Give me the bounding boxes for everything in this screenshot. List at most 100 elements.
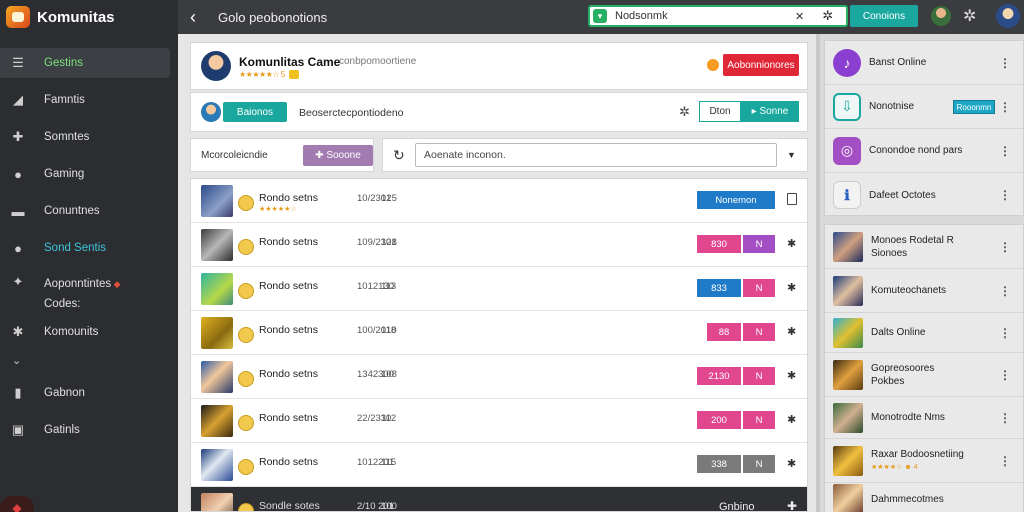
list-item[interactable]: Monoes Rodetal R Sionoes ⋮ <box>825 225 1023 269</box>
right-panel: ♪ Banst Online ⋮ ⇩ Nonotnise Rooonmn ⋮ ◎… <box>816 34 1024 512</box>
more-icon[interactable]: ✚ <box>787 499 797 511</box>
list-item[interactable]: Raxar Bodoosnetiing ★★★★☆ ☻ 4 ⋮ <box>825 439 1023 483</box>
list-item[interactable]: Rondo setns 22/2330 112 200 N ✱ <box>191 399 807 443</box>
list-item-selected[interactable]: Sondle sotes 2/10 201 100 Gnbino ✚ <box>191 487 807 511</box>
sort-select[interactable]: Aoenate inconon. <box>415 143 777 167</box>
game-thumbnail <box>833 231 863 262</box>
sidebar-item-famntis[interactable]: ◢ Famntis <box>0 85 170 115</box>
sidebar-item-komounits[interactable]: ✱ Komounits <box>0 317 170 347</box>
join-button[interactable]: Aobonnionores <box>723 54 799 76</box>
clear-icon[interactable]: ✕ <box>795 10 804 23</box>
item-label-line2: Pokbes <box>871 375 905 387</box>
brand[interactable]: Komunitas <box>0 0 178 34</box>
sidebar-item-gabnon[interactable]: ▮ Gabnon <box>0 378 170 408</box>
action-button[interactable]: ▸ Sonne <box>741 101 799 122</box>
sidebar-item-label: Famntis <box>44 94 85 106</box>
star-icon[interactable]: ✱ <box>787 369 796 382</box>
star-icon[interactable]: ✱ <box>787 457 796 470</box>
list-item[interactable]: ♪ Banst Online ⋮ <box>825 41 1023 85</box>
row-score-pill[interactable]: 338 <box>697 455 741 473</box>
list-item[interactable]: ℹ Dafeet Octotes ⋮ <box>825 173 1023 217</box>
star-icon[interactable]: ✱ <box>787 237 796 250</box>
info-icon: ● <box>14 166 22 182</box>
kebab-menu-icon[interactable]: ⋮ <box>999 284 1011 298</box>
list-item[interactable]: Monotrodte Nms ⋮ <box>825 397 1023 439</box>
kebab-menu-icon[interactable]: ⋮ <box>999 188 1011 202</box>
search-input[interactable] <box>615 10 785 22</box>
row-count: 113 <box>381 281 397 292</box>
emoji-icon <box>238 195 254 211</box>
item-label: Banst Online <box>869 57 927 68</box>
refresh-icon[interactable]: ↻ <box>393 147 405 164</box>
row-tag[interactable]: N <box>743 323 775 341</box>
row-tag[interactable]: N <box>743 279 775 297</box>
filter-bar: Mcorcoleicndie ✚ Sooone <box>190 138 374 172</box>
kebab-menu-icon[interactable]: ⋮ <box>999 326 1011 340</box>
checkbox[interactable] <box>787 193 797 205</box>
row-count: 108 <box>381 369 397 380</box>
kebab-menu-icon[interactable]: ⋮ <box>999 454 1011 468</box>
settings-icon[interactable]: ✲ <box>822 8 833 24</box>
row-score-pill[interactable]: 2130 <box>697 367 741 385</box>
item-label: Conondoe nond pars <box>869 145 963 156</box>
kebab-menu-icon[interactable]: ⋮ <box>999 411 1011 425</box>
game-thumbnail <box>201 449 233 481</box>
row-tag[interactable]: N <box>743 235 775 253</box>
list-item[interactable]: Rondo setns 100/2010 118 88 N ✱ <box>191 311 807 355</box>
sidebar-item-gatinls[interactable]: ▣ Gatinls <box>0 415 170 445</box>
row-title: Rondo setns <box>259 368 318 380</box>
outline-button[interactable]: Dton <box>699 101 741 122</box>
avatar[interactable] <box>931 6 951 26</box>
row-score-pill[interactable]: 88 <box>707 323 741 341</box>
row-score-pill[interactable]: 833 <box>697 279 741 297</box>
category-tag[interactable]: Baionos <box>223 102 287 122</box>
list-item[interactable]: Rondo setns 1342300 108 2130 N ✱ <box>191 355 807 399</box>
chevron-down-icon[interactable]: ⌄ <box>0 354 178 368</box>
rating-stars: ★★★★☆ ☻ 4 <box>871 463 918 471</box>
list-item[interactable]: Rondo setns ★★★★★☆ 10/2301 125 Nonemon <box>191 179 807 223</box>
list-item[interactable]: Rondo setns 1012201 115 338 N ✱ <box>191 443 807 487</box>
star-icon[interactable]: ✱ <box>787 281 796 294</box>
sidebar-item-gestins[interactable]: ☰ Gestins <box>0 48 170 78</box>
sidebar-item-aoponntintes[interactable]: ✦ Aoponntintes ◆ Codes: <box>0 270 170 310</box>
sidebar-item-conuntnes[interactable]: ▬ Conuntnes <box>0 196 170 226</box>
search-bar: ▾ ✕ ✲ <box>588 5 848 27</box>
kebab-menu-icon[interactable]: ⋮ <box>999 100 1011 114</box>
row-count: 115 <box>381 457 397 468</box>
kebab-menu-icon[interactable]: ⋮ <box>999 144 1011 158</box>
list-item[interactable]: Gopreosoores Pokbes ⋮ <box>825 353 1023 397</box>
back-arrow-icon[interactable]: ‹ <box>190 7 218 28</box>
add-filter-button[interactable]: ✚ Sooone <box>303 145 373 166</box>
list-item[interactable]: Komuteochanets ⋮ <box>825 269 1023 313</box>
row-action-button[interactable]: Nonemon <box>697 191 775 209</box>
sidebar-item-sond-sentis[interactable]: ● Sond Sentis <box>0 233 170 263</box>
list-item[interactable]: ◎ Conondoe nond pars ⋮ <box>825 129 1023 173</box>
kebab-menu-icon[interactable]: ⋮ <box>999 240 1011 254</box>
list-item[interactable]: Rondo setns 1012130 113 833 N ✱ <box>191 267 807 311</box>
chevron-down-icon[interactable]: ▼ <box>787 150 796 160</box>
row-score-pill[interactable]: 830 <box>697 235 741 253</box>
row-title: Rondo setns <box>259 324 318 336</box>
download-icon: ⇩ <box>833 92 861 121</box>
list-item[interactable]: Dahmmecotmes <box>825 483 1023 512</box>
game-thumbnail <box>201 317 233 349</box>
kebab-menu-icon[interactable]: ⋮ <box>999 56 1011 70</box>
notification-icon[interactable]: ◆ <box>0 496 34 512</box>
list-item[interactable]: ⇩ Nonotnise Rooonmn ⋮ <box>825 85 1023 129</box>
star-icon[interactable]: ✱ <box>787 325 796 338</box>
list-item[interactable]: Rondo setns 109/2301 128 830 N ✱ <box>191 223 807 267</box>
gear-icon[interactable]: ✲ <box>679 104 690 120</box>
gear-icon[interactable]: ✲ <box>963 6 976 26</box>
row-score-pill[interactable]: 200 <box>697 411 741 429</box>
row-tag[interactable]: N <box>743 455 775 473</box>
list-item[interactable]: Dalts Online ⋮ <box>825 313 1023 353</box>
kebab-menu-icon[interactable]: ⋮ <box>999 368 1011 382</box>
star-icon[interactable]: ✱ <box>787 413 796 426</box>
sidebar-item-gaming[interactable]: ● Gaming <box>0 159 170 189</box>
item-label: Dahmmecotmes <box>871 493 944 505</box>
row-tag[interactable]: N <box>743 367 775 385</box>
sidebar-item-somntes[interactable]: ✚ Somntes <box>0 122 170 152</box>
search-button[interactable]: Conoions <box>850 5 918 27</box>
row-tag[interactable]: N <box>743 411 775 429</box>
profile-avatar[interactable] <box>996 4 1020 28</box>
